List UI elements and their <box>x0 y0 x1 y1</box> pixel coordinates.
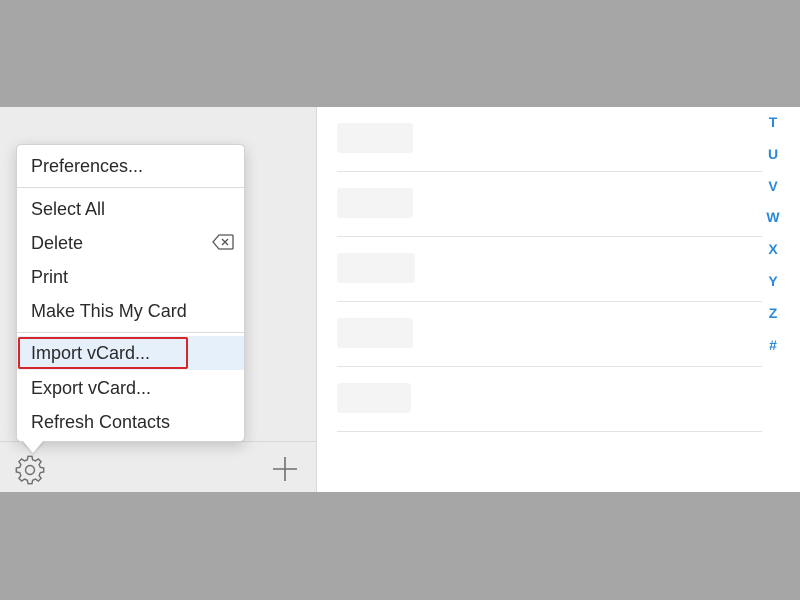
alphabet-index: T U V W X Y Z # <box>763 112 783 366</box>
menu-item-label: Make This My Card <box>31 301 187 321</box>
index-letter-x[interactable]: X <box>768 239 777 271</box>
contact-placeholder <box>337 123 413 153</box>
index-letter-z[interactable]: Z <box>769 303 778 335</box>
contact-placeholder <box>337 318 413 348</box>
menu-separator <box>17 332 244 333</box>
settings-button[interactable] <box>14 454 46 486</box>
index-letter-y[interactable]: Y <box>768 271 777 303</box>
contact-placeholder <box>337 253 415 283</box>
menu-item-label: Delete <box>31 233 84 253</box>
menu-item-export-vcard[interactable]: Export vCard... <box>17 371 244 405</box>
sidebar-footer <box>0 441 316 492</box>
menu-item-refresh-contacts[interactable]: Refresh Contacts <box>17 405 244 439</box>
contact-row[interactable] <box>337 172 762 237</box>
menu-item-make-my-card[interactable]: Make This My Card <box>17 294 244 328</box>
menu-item-delete[interactable]: Delete <box>17 226 244 260</box>
index-letter-hash[interactable]: # <box>769 335 777 367</box>
gear-icon <box>15 455 45 485</box>
menu-item-label: Preferences... <box>31 156 144 176</box>
menu-item-label: Export vCard... <box>31 378 152 398</box>
menu-item-label: Select All <box>31 199 106 219</box>
menu-item-label: Refresh Contacts <box>31 412 171 432</box>
contact-row[interactable] <box>337 302 762 367</box>
menu-item-import-vcard[interactable]: Import vCard... <box>17 336 244 370</box>
menu-separator <box>17 187 244 188</box>
index-letter-t[interactable]: T <box>769 112 778 144</box>
delete-key-icon <box>212 234 234 250</box>
plus-icon <box>273 457 297 481</box>
index-letter-u[interactable]: U <box>768 144 778 176</box>
settings-menu: Preferences... Select All Delete Print M… <box>16 144 245 442</box>
menu-pointer <box>22 440 44 453</box>
add-contact-button[interactable] <box>268 452 302 486</box>
menu-item-print[interactable]: Print <box>17 260 244 294</box>
contact-row[interactable] <box>337 107 762 172</box>
menu-item-label: Print <box>31 267 69 287</box>
index-letter-v[interactable]: V <box>768 176 777 208</box>
contact-row[interactable] <box>337 367 762 432</box>
menu-item-label: Import vCard... <box>31 343 151 363</box>
index-letter-w[interactable]: W <box>766 207 779 239</box>
menu-item-select-all[interactable]: Select All <box>17 192 244 226</box>
contact-placeholder <box>337 383 411 413</box>
contact-placeholder <box>337 188 413 218</box>
menu-item-preferences[interactable]: Preferences... <box>17 149 244 183</box>
contact-row[interactable] <box>337 237 762 302</box>
contact-list: T U V W X Y Z # <box>317 107 800 492</box>
